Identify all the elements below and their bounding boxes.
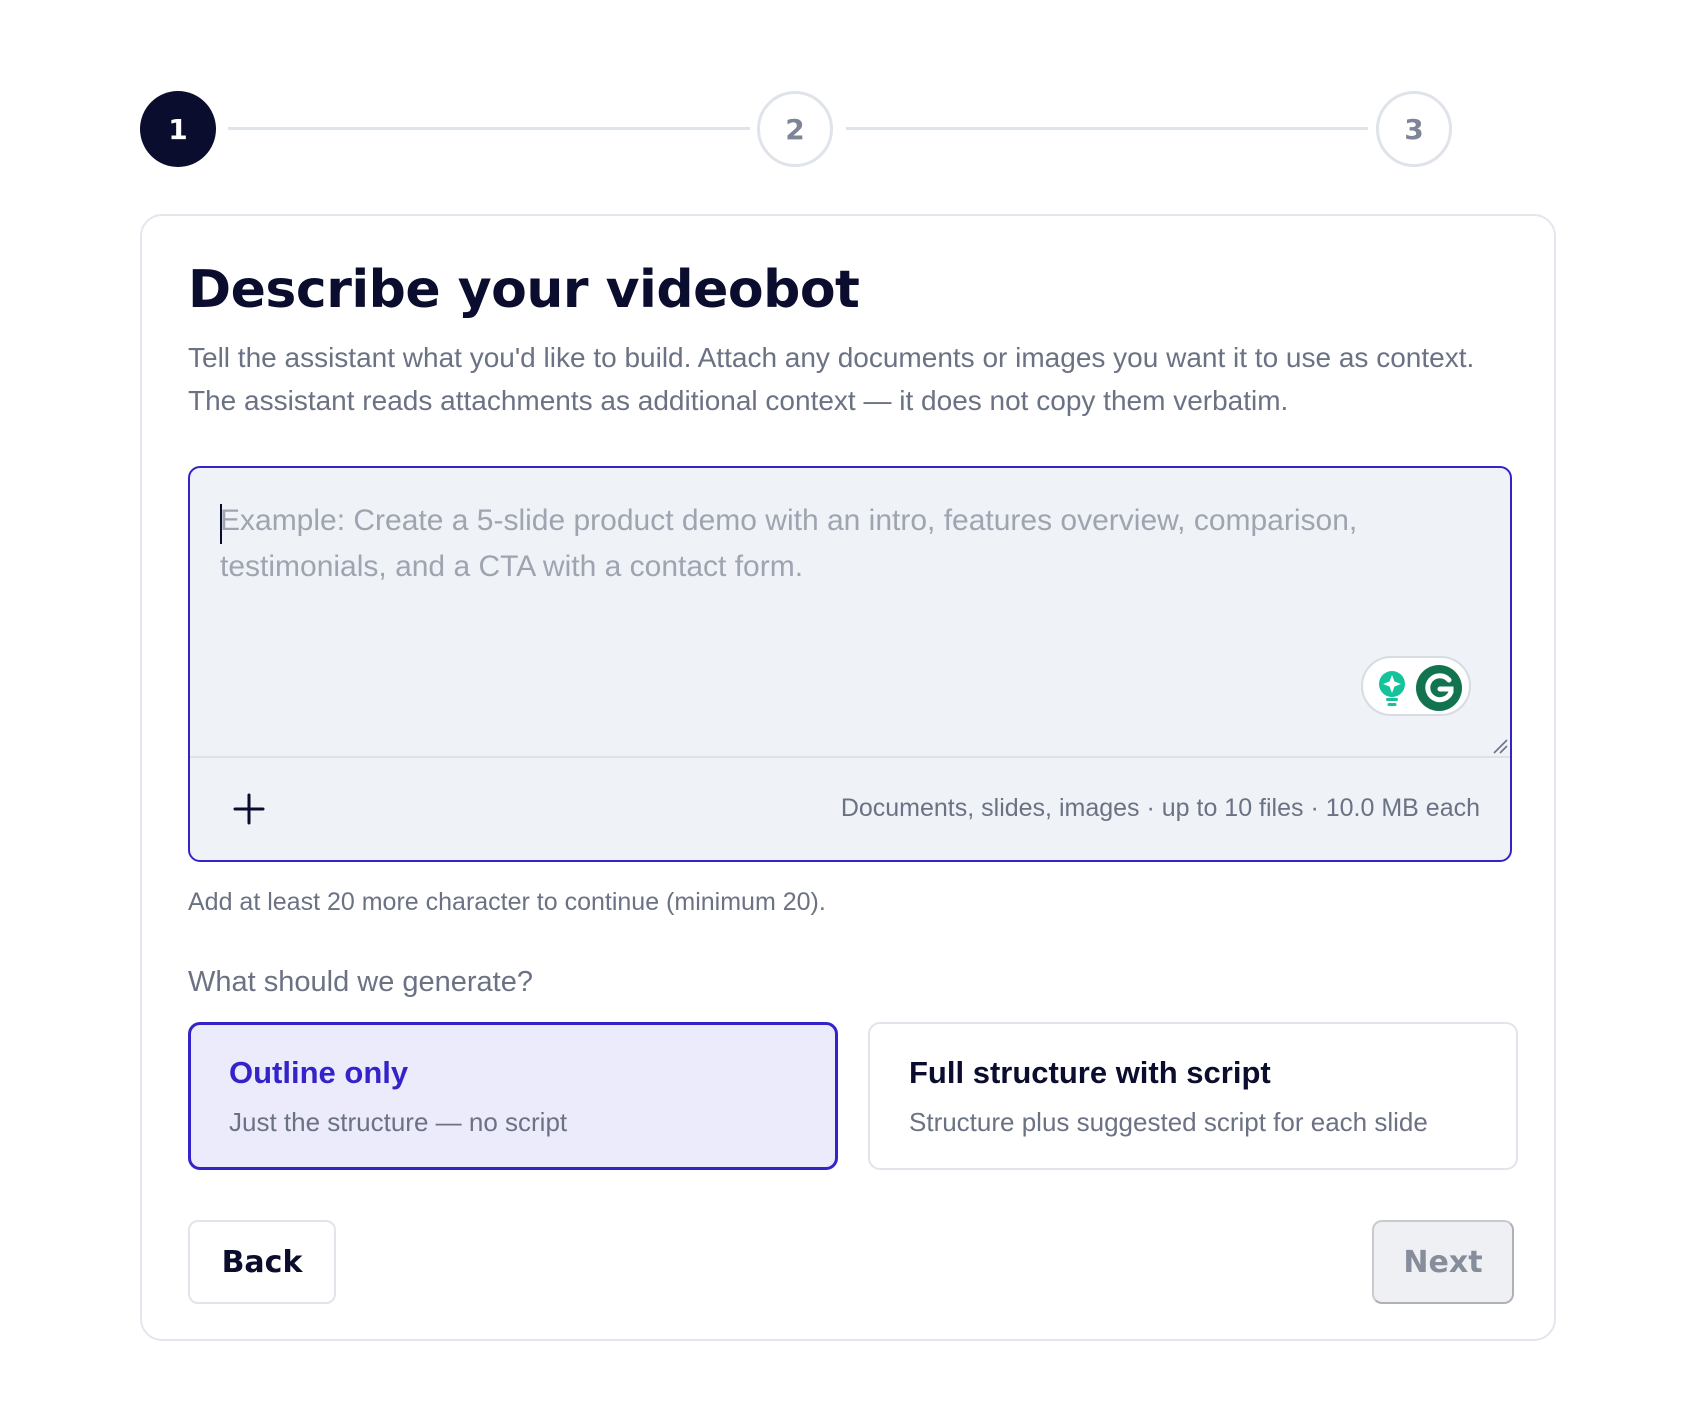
attach-file-button[interactable]	[226, 786, 272, 832]
step-1: 1	[140, 91, 216, 167]
prompt-composer: Documents, slides, images · up to 10 fil…	[188, 466, 1512, 862]
stepper: 1 2 3	[140, 91, 1556, 167]
option-description: Structure plus suggested script for each…	[909, 1107, 1428, 1137]
generate-question: What should we generate?	[188, 966, 533, 998]
next-button[interactable]: Next	[1372, 1220, 1514, 1304]
step-connector-2	[846, 127, 1368, 130]
resize-handle-icon[interactable]	[1492, 738, 1508, 754]
composer-divider	[190, 756, 1510, 758]
page-subtitle: Tell the assistant what you'd like to bu…	[188, 342, 1475, 416]
step-1-label: 1	[168, 112, 188, 146]
step-3-label: 3	[1404, 112, 1424, 146]
step-2: 2	[757, 91, 833, 167]
option-description: Just the structure — no script	[229, 1107, 568, 1137]
grammarly-icon	[1416, 665, 1462, 711]
step-2-label: 2	[785, 112, 805, 146]
step-connector-1	[228, 127, 750, 130]
lightbulb-icon	[1379, 671, 1405, 706]
step-3: 3	[1376, 91, 1452, 167]
text-caret	[220, 504, 222, 544]
page-title: Describe your videobot	[188, 260, 860, 320]
character-count-hint: Add at least 20 more character to contin…	[188, 888, 826, 916]
plus-icon	[233, 793, 265, 825]
grammarly-widget-icons	[1379, 665, 1462, 711]
option-title: Full structure with script	[909, 1055, 1271, 1090]
option-full-structure[interactable]: Full structure with script Structure plu…	[868, 1022, 1518, 1170]
option-title: Outline only	[229, 1055, 409, 1090]
back-button[interactable]: Back	[188, 1220, 336, 1304]
attachment-limits-note: Documents, slides, images · up to 10 fil…	[840, 794, 1480, 822]
grammarly-widget[interactable]	[1361, 656, 1471, 716]
page: 1 2 3 Describe your videobot Tell the as…	[0, 0, 1694, 1418]
prompt-textarea[interactable]	[190, 468, 1510, 756]
option-outline-only[interactable]: Outline only Just the structure — no scr…	[188, 1022, 838, 1170]
describe-card: Describe your videobot Tell the assistan…	[140, 214, 1556, 1341]
